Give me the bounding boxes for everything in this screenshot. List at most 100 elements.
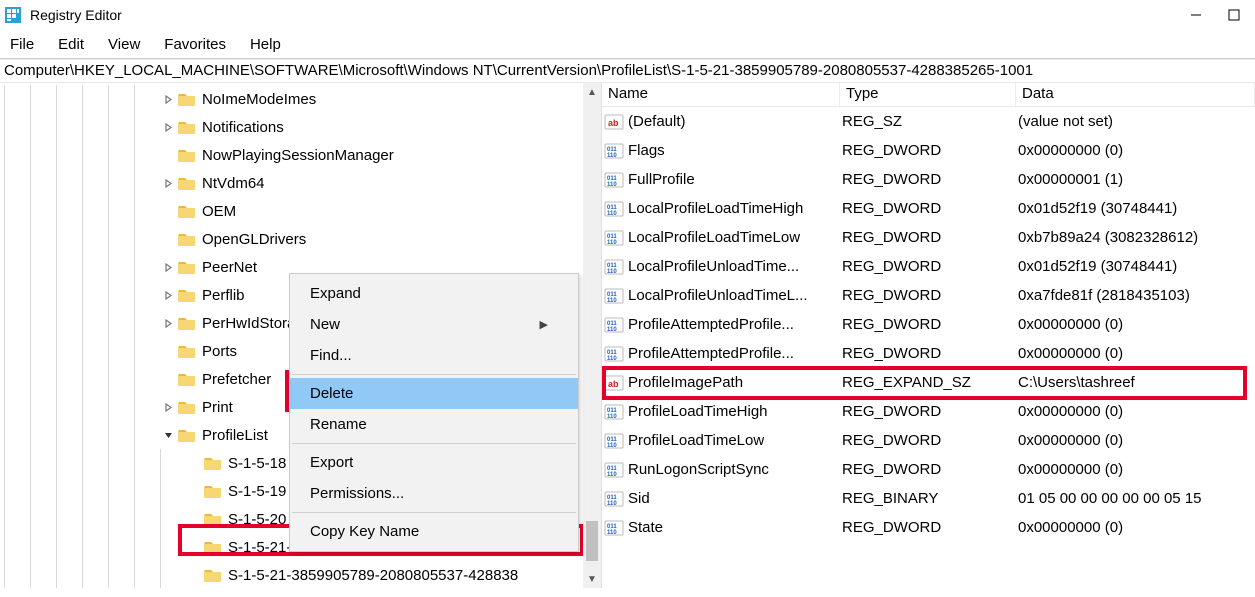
list-pane[interactable]: Name Type Data ab(Default)REG_SZ(value n… bbox=[602, 83, 1255, 588]
value-type: REG_BINARY bbox=[842, 490, 1018, 507]
menu-file[interactable]: File bbox=[6, 34, 38, 55]
value-data: 0x01d52f19 (30748441) bbox=[1018, 200, 1255, 217]
list-row[interactable]: abProfileImagePathREG_EXPAND_SZC:\Users\… bbox=[602, 368, 1255, 397]
title-bar: Registry Editor bbox=[0, 0, 1255, 30]
tree-scrollbar[interactable]: ▲ ▼ bbox=[583, 83, 601, 588]
list-row[interactable]: 011110LocalProfileLoadTimeHighREG_DWORD0… bbox=[602, 194, 1255, 223]
tree-item[interactable]: NtVdm64 bbox=[0, 169, 601, 197]
context-menu-item[interactable]: Expand bbox=[290, 278, 578, 309]
tree-item-label: Ports bbox=[202, 343, 243, 360]
menu-help[interactable]: Help bbox=[246, 34, 285, 55]
value-name: LocalProfileLoadTimeLow bbox=[628, 229, 800, 246]
svg-text:110: 110 bbox=[607, 414, 617, 420]
tree-pane[interactable]: NoImeModeImes Notifications NowPlayingSess… bbox=[0, 83, 602, 588]
list-row[interactable]: 011110ProfileAttemptedProfile...REG_DWOR… bbox=[602, 339, 1255, 368]
value-name: LocalProfileLoadTimeHigh bbox=[628, 200, 803, 217]
value-type: REG_DWORD bbox=[842, 519, 1018, 536]
context-menu-item[interactable]: Rename bbox=[290, 409, 578, 440]
list-row[interactable]: ab(Default)REG_SZ(value not set) bbox=[602, 107, 1255, 136]
scroll-up-icon[interactable]: ▲ bbox=[583, 83, 601, 101]
value-data: 0xb7b89a24 (3082328612) bbox=[1018, 229, 1255, 246]
menu-favorites[interactable]: Favorites bbox=[160, 34, 230, 55]
context-menu-item[interactable]: Permissions... bbox=[290, 478, 578, 509]
svg-text:110: 110 bbox=[607, 298, 617, 304]
value-type: REG_DWORD bbox=[842, 316, 1018, 333]
context-menu-item[interactable]: Find... bbox=[290, 340, 578, 371]
tree-item[interactable]: OEM bbox=[0, 197, 601, 225]
tree-item[interactable]: NoImeModeImes bbox=[0, 85, 601, 113]
value-name: Flags bbox=[628, 142, 665, 159]
value-type: REG_DWORD bbox=[842, 200, 1018, 217]
chevron-right-icon[interactable] bbox=[160, 91, 176, 107]
value-name: ProfileAttemptedProfile... bbox=[628, 316, 794, 333]
value-name-cell: 011110Flags bbox=[604, 141, 842, 161]
tree-item-label: Notifications bbox=[202, 119, 290, 136]
list-row[interactable]: 011110FlagsREG_DWORD0x00000000 (0) bbox=[602, 136, 1255, 165]
chevron-down-icon[interactable] bbox=[160, 427, 176, 443]
value-type: REG_DWORD bbox=[842, 432, 1018, 449]
context-menu-item[interactable]: Export bbox=[290, 447, 578, 478]
list-row[interactable]: 011110LocalProfileUnloadTime...REG_DWORD… bbox=[602, 252, 1255, 281]
context-menu-item[interactable]: Copy Key Name bbox=[290, 516, 578, 547]
svg-text:110: 110 bbox=[607, 530, 617, 536]
tree-item-label: Print bbox=[202, 399, 239, 416]
list-row[interactable]: 011110LocalProfileLoadTimeLowREG_DWORD0x… bbox=[602, 223, 1255, 252]
value-name-cell: 011110Sid bbox=[604, 489, 842, 509]
value-name-cell: ab(Default) bbox=[604, 112, 842, 132]
svg-text:110: 110 bbox=[607, 327, 617, 333]
tree-item[interactable]: Notifications bbox=[0, 113, 601, 141]
value-type: REG_DWORD bbox=[842, 403, 1018, 420]
col-header-type[interactable]: Type bbox=[840, 83, 1016, 106]
value-data: 0x00000001 (1) bbox=[1018, 171, 1255, 188]
scroll-thumb[interactable] bbox=[586, 521, 598, 561]
chevron-right-icon[interactable] bbox=[160, 287, 176, 303]
list-row[interactable]: 011110StateREG_DWORD0x00000000 (0) bbox=[602, 513, 1255, 542]
value-data: 0x00000000 (0) bbox=[1018, 432, 1255, 449]
context-menu-item[interactable]: Delete bbox=[290, 378, 578, 409]
tree-item-label: NtVdm64 bbox=[202, 175, 271, 192]
list-row[interactable]: 011110SidREG_BINARY01 05 00 00 00 00 00 … bbox=[602, 484, 1255, 513]
scroll-down-icon[interactable]: ▼ bbox=[583, 570, 601, 588]
col-header-name[interactable]: Name bbox=[602, 83, 840, 106]
chevron-right-icon[interactable] bbox=[160, 259, 176, 275]
value-data: 01 05 00 00 00 00 00 05 15 bbox=[1018, 490, 1255, 507]
tree-item-label: S-1-5-19 bbox=[228, 483, 292, 500]
tree-item[interactable]: S-1-5-21-3859905789-2080805537-428838 bbox=[0, 561, 601, 588]
chevron-right-icon[interactable] bbox=[160, 399, 176, 415]
maximize-button[interactable] bbox=[1225, 6, 1243, 24]
value-type: REG_DWORD bbox=[842, 171, 1018, 188]
context-menu-separator bbox=[292, 374, 576, 375]
list-row[interactable]: 011110ProfileLoadTimeHighREG_DWORD0x0000… bbox=[602, 397, 1255, 426]
value-name: (Default) bbox=[628, 113, 686, 130]
regedit-icon bbox=[4, 6, 22, 24]
value-name-cell: 011110ProfileLoadTimeLow bbox=[604, 431, 842, 451]
list-row[interactable]: 011110FullProfileREG_DWORD0x00000001 (1) bbox=[602, 165, 1255, 194]
minimize-button[interactable] bbox=[1187, 6, 1205, 24]
tree-item-label: S-1-5-18 bbox=[228, 455, 292, 472]
menu-edit[interactable]: Edit bbox=[54, 34, 88, 55]
context-menu-item[interactable]: New▶ bbox=[290, 309, 578, 340]
chevron-right-icon[interactable] bbox=[160, 315, 176, 331]
value-type: REG_DWORD bbox=[842, 229, 1018, 246]
value-type: REG_DWORD bbox=[842, 345, 1018, 362]
context-menu-label: Export bbox=[310, 454, 353, 471]
value-name: State bbox=[628, 519, 663, 536]
list-row[interactable]: 011110RunLogonScriptSyncREG_DWORD0x00000… bbox=[602, 455, 1255, 484]
chevron-right-icon[interactable] bbox=[160, 119, 176, 135]
window-controls bbox=[1187, 6, 1251, 24]
col-header-data[interactable]: Data bbox=[1016, 83, 1255, 106]
address-bar[interactable]: Computer\HKEY_LOCAL_MACHINE\SOFTWARE\Mic… bbox=[0, 59, 1255, 83]
list-row[interactable]: 011110ProfileLoadTimeLowREG_DWORD0x00000… bbox=[602, 426, 1255, 455]
value-name-cell: 011110LocalProfileUnloadTimeL... bbox=[604, 286, 842, 306]
list-row[interactable]: 011110ProfileAttemptedProfile...REG_DWOR… bbox=[602, 310, 1255, 339]
list-row[interactable]: 011110LocalProfileUnloadTimeL...REG_DWOR… bbox=[602, 281, 1255, 310]
value-name: ProfileAttemptedProfile... bbox=[628, 345, 794, 362]
tree-item[interactable]: NowPlayingSessionManager bbox=[0, 141, 601, 169]
tree-item-label: ProfileList bbox=[202, 427, 274, 444]
tree-item[interactable]: OpenGLDrivers bbox=[0, 225, 601, 253]
chevron-right-icon[interactable] bbox=[160, 175, 176, 191]
value-name-cell: 011110LocalProfileLoadTimeLow bbox=[604, 228, 842, 248]
menu-view[interactable]: View bbox=[104, 34, 144, 55]
tree-item-label: OEM bbox=[202, 203, 242, 220]
tree-item-label: PeerNet bbox=[202, 259, 263, 276]
